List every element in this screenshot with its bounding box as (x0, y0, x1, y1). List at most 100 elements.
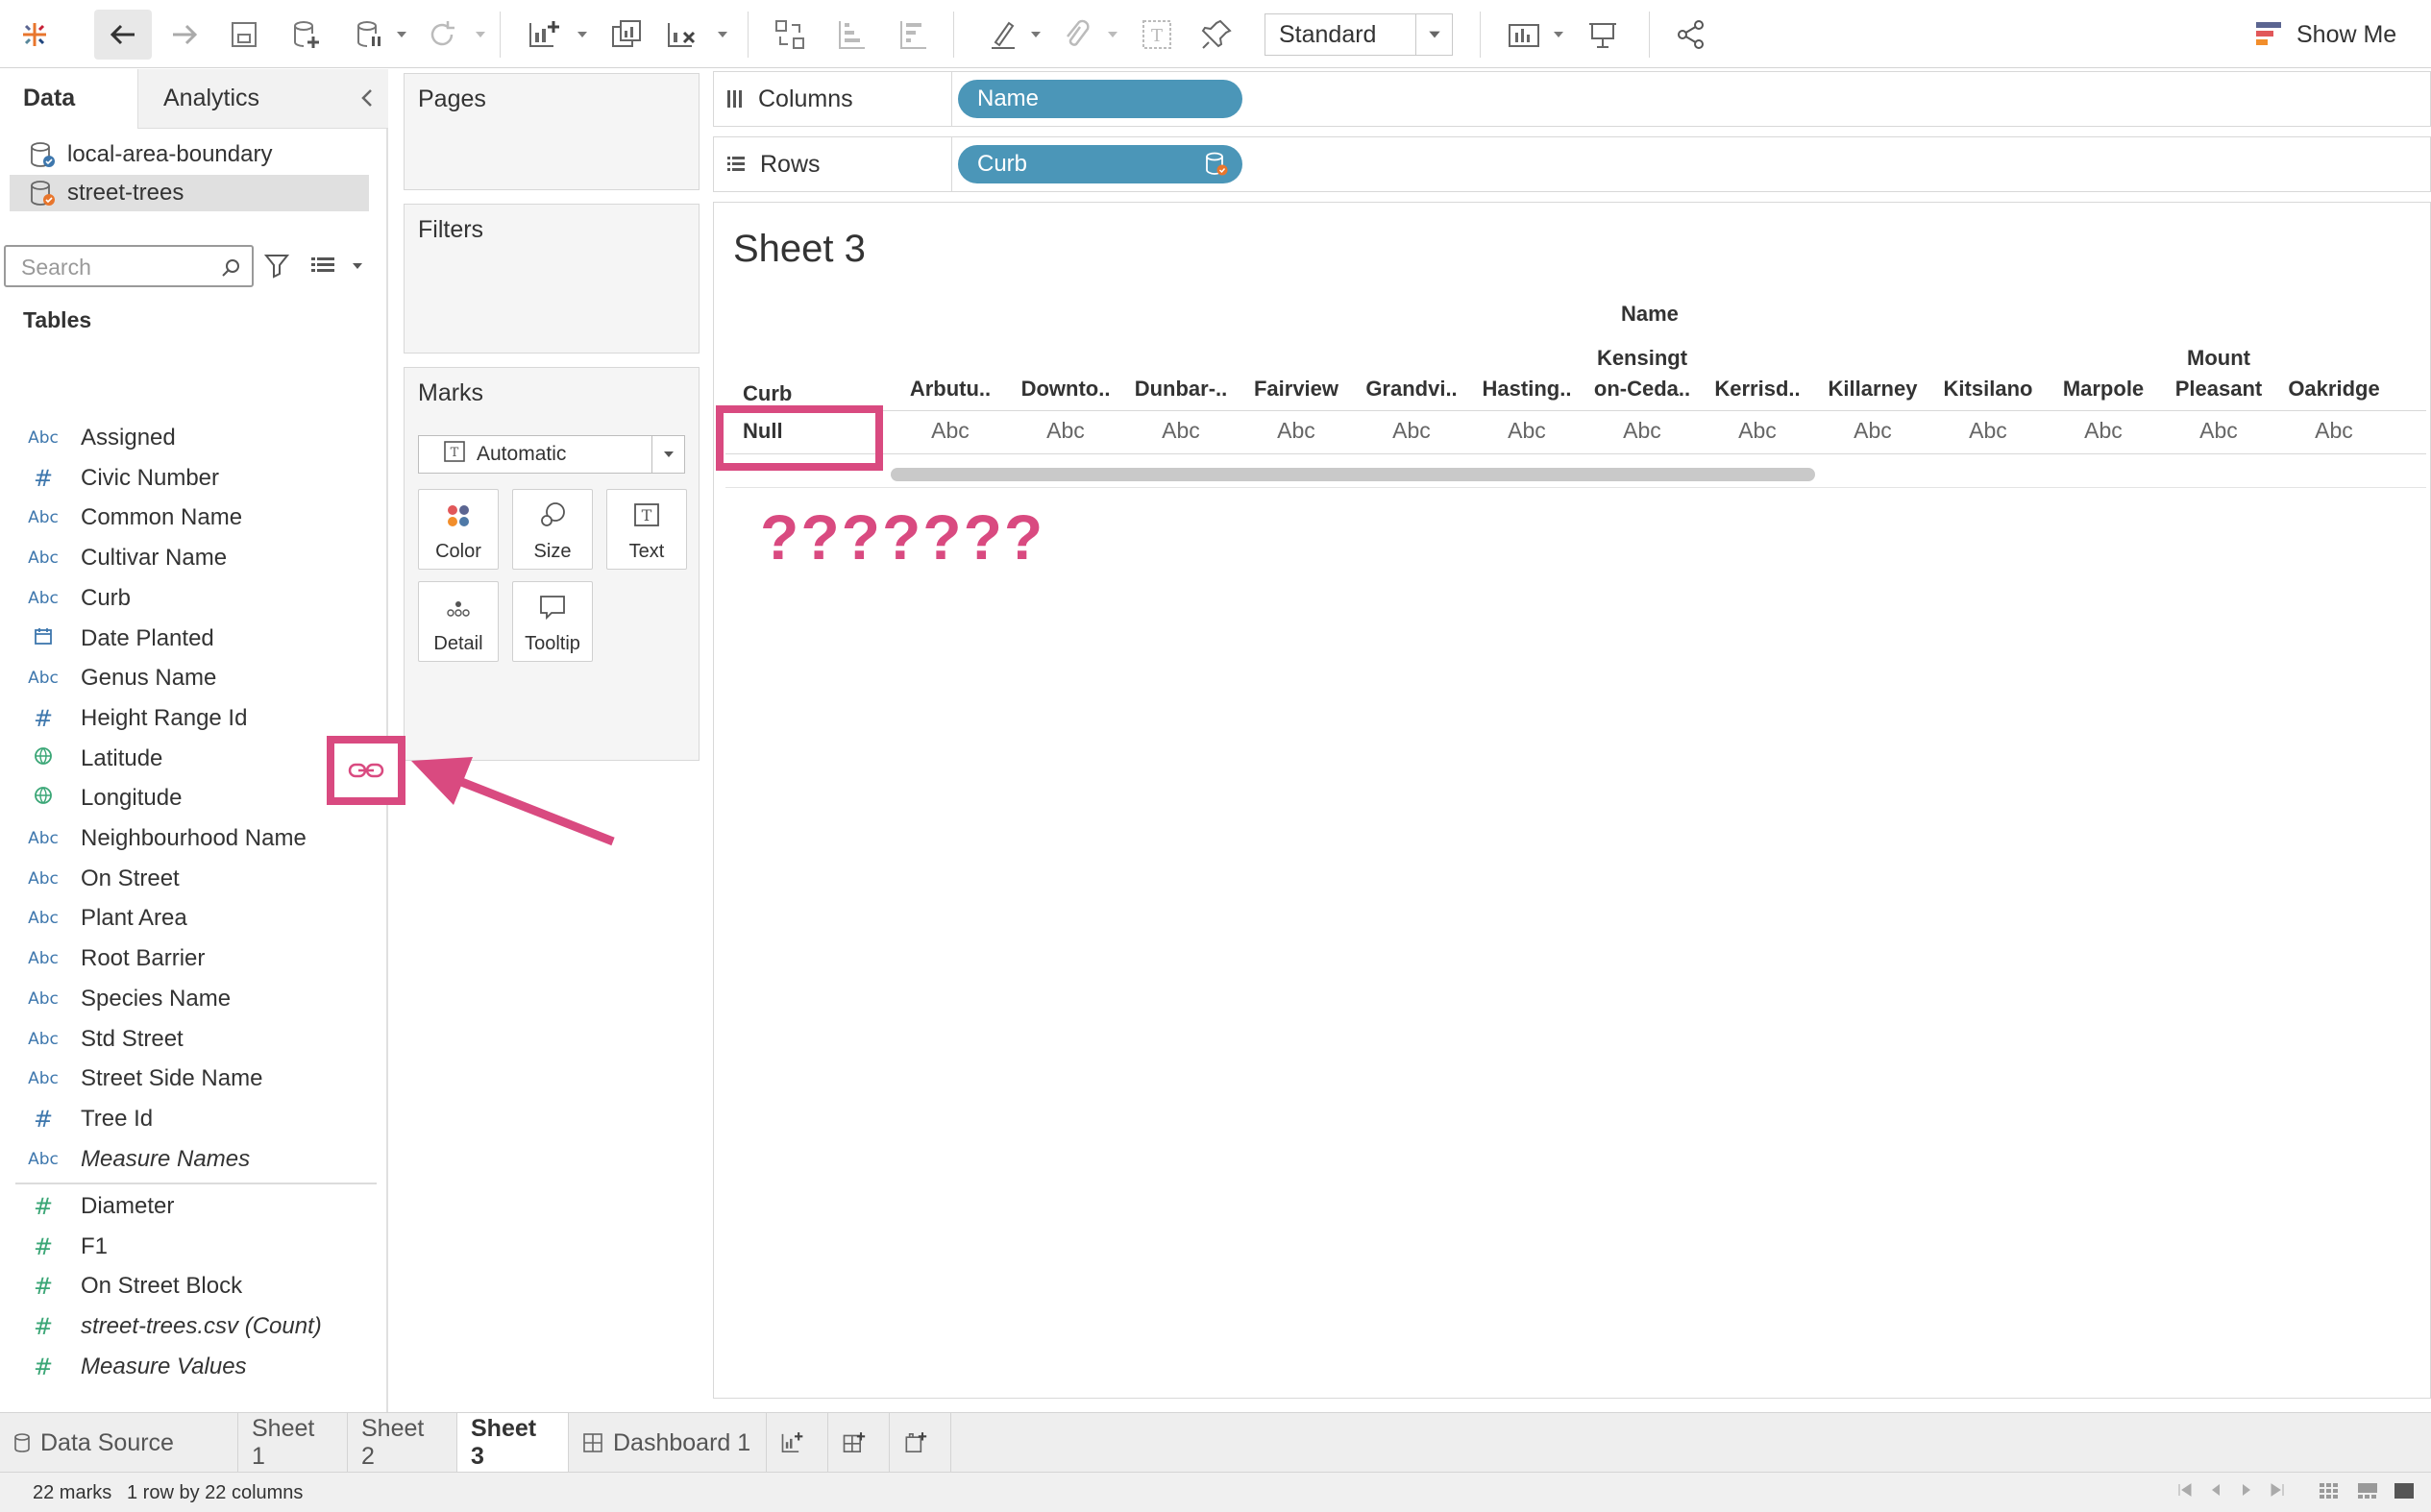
field-cultivar-name[interactable]: Abc Cultivar Name (27, 539, 227, 577)
show-cards-icon[interactable] (1505, 10, 1543, 60)
columns-pill-name[interactable]: Name (958, 80, 1242, 118)
tab-analytics[interactable]: Analytics (138, 69, 388, 129)
column-header[interactable]: Mount Pleasant (2161, 347, 2276, 404)
show-me-button[interactable]: Show Me (2254, 13, 2396, 56)
tab-sheet-1[interactable]: Sheet 1 (238, 1413, 348, 1473)
table-cell[interactable]: Abc (893, 418, 1008, 444)
filter-funnel-icon[interactable] (263, 252, 290, 283)
link-icon[interactable] (347, 761, 385, 780)
field-neighbourhood-name[interactable]: Abc Neighbourhood Name (27, 819, 307, 858)
new-datasource-icon[interactable] (286, 10, 325, 60)
tooltip-mark-button[interactable]: Tooltip (512, 581, 593, 662)
clear-sheet-icon[interactable] (663, 10, 701, 60)
column-header[interactable]: Re (2392, 347, 2431, 404)
group-members-icon[interactable] (1057, 10, 1095, 60)
field-height-range-id[interactable]: # Height Range Id (27, 699, 248, 738)
chevron-down-icon[interactable] (1105, 10, 1120, 60)
filters-shelf[interactable]: Filters (404, 204, 700, 354)
table-cell[interactable]: Abc (2046, 418, 2161, 444)
datasource-item-selected[interactable]: street-trees (10, 175, 369, 211)
tab-sheet-2[interactable]: Sheet 2 (348, 1413, 457, 1473)
field-on-street-block[interactable]: # On Street Block (27, 1267, 242, 1305)
tab-data[interactable]: Data (0, 69, 138, 129)
rows-pill-curb[interactable]: Curb (958, 145, 1242, 183)
new-worksheet-icon[interactable] (525, 10, 563, 60)
table-cell[interactable]: Abc (1239, 418, 1354, 444)
swap-rows-columns-icon[interactable] (771, 10, 809, 60)
table-cell[interactable]: Abc (1008, 418, 1123, 444)
field-street-side-name[interactable]: Abc Street Side Name (27, 1060, 262, 1098)
table-cell[interactable]: Abc (1700, 418, 1815, 444)
table-cell[interactable]: Abc (2276, 418, 2392, 444)
field-f1[interactable]: # F1 (27, 1228, 108, 1266)
tab-dashboard-1[interactable]: Dashboard 1 (569, 1413, 767, 1473)
new-worksheet-tab-button[interactable] (767, 1413, 828, 1473)
table-cell[interactable]: Abc (1123, 418, 1239, 444)
field-measure-values[interactable]: # Measure Values (27, 1348, 247, 1386)
search-input[interactable]: Search (4, 245, 254, 287)
highlight-pen-icon[interactable] (984, 10, 1022, 60)
save-icon[interactable] (225, 10, 263, 60)
table-cell[interactable]: Abc (1815, 418, 1930, 444)
column-header[interactable]: Killarney (1815, 347, 1930, 404)
column-header[interactable]: Kensingt on-Ceda.. (1584, 347, 1700, 404)
columns-shelf[interactable]: Columns Name (713, 71, 2431, 127)
tabs-view-icon[interactable] (2393, 1480, 2416, 1507)
sheet-title[interactable]: Sheet 3 (733, 228, 866, 271)
field-street-trees-csv-count[interactable]: # street-trees.csv (Count) (27, 1307, 322, 1346)
table-cell[interactable]: Abc (2161, 418, 2276, 444)
undo-back-icon[interactable] (94, 10, 152, 60)
field-diameter[interactable]: # Diameter (27, 1187, 174, 1226)
column-header[interactable]: Grandvi.. (1354, 347, 1469, 404)
chevron-down-icon[interactable] (394, 10, 409, 60)
field-measure-names[interactable]: Abc Measure Names (27, 1140, 250, 1179)
share-icon[interactable] (1672, 10, 1710, 60)
tableau-logo-icon[interactable] (17, 10, 52, 60)
pages-shelf[interactable]: Pages (404, 73, 700, 190)
field-common-name[interactable]: Abc Common Name (27, 499, 242, 537)
collapse-pane-icon[interactable] (357, 86, 377, 116)
filmstrip-view-icon[interactable] (2356, 1480, 2379, 1507)
field-on-street[interactable]: Abc On Street (27, 860, 180, 898)
rows-shelf[interactable]: Rows Curb (713, 136, 2431, 192)
pause-updates-icon[interactable] (348, 10, 390, 60)
field-assigned[interactable]: Abc Assigned (27, 419, 176, 457)
chevron-down-icon[interactable] (575, 10, 590, 60)
column-header[interactable]: Hasting.. (1469, 347, 1584, 404)
chevron-down-icon[interactable] (350, 259, 365, 278)
chevron-down-icon[interactable] (1551, 10, 1566, 60)
column-header[interactable]: Oakridge (2276, 347, 2392, 404)
mark-type-dropdown[interactable]: T Automatic (418, 435, 685, 474)
row-field-header[interactable]: Curb (743, 381, 792, 406)
field-curb[interactable]: Abc Curb (27, 579, 131, 618)
presentation-mode-icon[interactable] (1584, 10, 1622, 60)
column-field-header[interactable]: Name (1621, 302, 1679, 327)
field-root-barrier[interactable]: Abc Root Barrier (27, 939, 205, 978)
nav-first-icon[interactable] (2177, 1480, 2193, 1505)
column-header[interactable]: Downto.. (1008, 347, 1123, 404)
column-header[interactable]: Dunbar-.. (1123, 347, 1239, 404)
table-cell[interactable]: Abc (1930, 418, 2046, 444)
column-header[interactable]: Marpole (2046, 347, 2161, 404)
chevron-down-icon[interactable] (1028, 10, 1044, 60)
tab-sheet-3[interactable]: Sheet 3 (457, 1413, 569, 1473)
nav-last-icon[interactable] (2270, 1480, 2285, 1505)
field-std-street[interactable]: Abc Std Street (27, 1020, 184, 1059)
redo-forward-icon[interactable] (165, 10, 204, 60)
column-header[interactable]: Arbutu.. (893, 347, 1008, 404)
new-story-tab-button[interactable] (890, 1413, 951, 1473)
sort-ascending-icon[interactable] (832, 10, 871, 60)
field-date-planted[interactable]: Date Planted (27, 620, 214, 658)
new-dashboard-tab-button[interactable] (828, 1413, 890, 1473)
duplicate-sheet-icon[interactable] (607, 10, 646, 60)
show-mark-labels-icon[interactable]: T (1138, 10, 1176, 60)
field-civic-number[interactable]: # Civic Number (27, 459, 219, 498)
field-tree-id[interactable]: # Tree Id (27, 1100, 153, 1138)
column-header[interactable]: Kitsilano (1930, 347, 2046, 404)
datasource-item[interactable]: local-area-boundary (10, 136, 369, 173)
refresh-icon[interactable] (423, 10, 461, 60)
field-genus-name[interactable]: Abc Genus Name (27, 659, 216, 697)
column-header[interactable]: Fairview (1239, 347, 1354, 404)
sort-descending-icon[interactable] (894, 10, 932, 60)
field-species-name[interactable]: Abc Species Name (27, 980, 231, 1018)
